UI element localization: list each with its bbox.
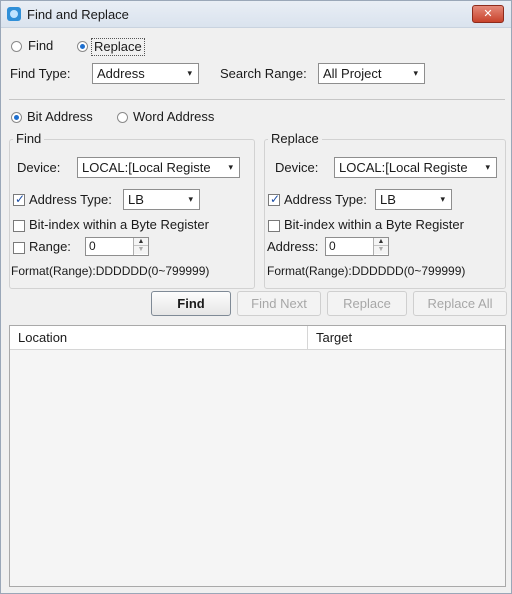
bit-address-label[interactable]: Bit Address	[27, 109, 93, 125]
replace-format-hint: Format(Range):DDDDDD(0~799999)	[267, 264, 466, 278]
find-format-hint: Format(Range):DDDDDD(0~799999)	[11, 264, 210, 278]
word-address-label[interactable]: Word Address	[133, 109, 214, 125]
find-address-type-value: LB	[128, 192, 144, 207]
chevron-down-icon: ▾	[187, 68, 192, 78]
find-bit-index-checkbox[interactable]	[13, 220, 25, 232]
search-range-select[interactable]: All Project ▾	[318, 63, 425, 84]
find-range-label: Range:	[29, 239, 71, 254]
find-replace-dialog: Find and Replace ✕ Find Replace Find Typ…	[0, 0, 512, 594]
find-device-label: Device:	[17, 160, 61, 175]
app-icon	[7, 7, 21, 21]
replace-address-value: 0	[329, 239, 336, 253]
find-device-value: LOCAL:[Local Registe	[82, 160, 211, 175]
window-title: Find and Replace	[27, 7, 129, 22]
target-column-header[interactable]: Target	[316, 330, 352, 346]
find-type-select[interactable]: Address ▾	[92, 63, 199, 84]
find-device-select[interactable]: LOCAL:[Local Registe ▾	[77, 157, 240, 178]
results-table[interactable]: Location Target	[9, 325, 506, 587]
replace-address-label: Address:	[267, 239, 319, 254]
word-address-radio[interactable]	[117, 112, 128, 123]
replace-all-button[interactable]: Replace All	[413, 291, 507, 316]
spin-down-icon[interactable]: ▼	[134, 246, 148, 254]
search-range-value: All Project	[323, 66, 382, 81]
replace-bit-index-label: Bit-index within a Byte Register	[284, 217, 464, 232]
find-button[interactable]: Find	[151, 291, 231, 316]
column-separator[interactable]	[307, 326, 308, 350]
find-address-type-checkbox[interactable]	[13, 192, 25, 206]
replace-mode-radio[interactable]	[77, 41, 88, 52]
find-address-type-select[interactable]: LB ▾	[123, 189, 200, 210]
chevron-down-icon: ▾	[440, 194, 445, 204]
title-bar: Find and Replace ✕	[1, 1, 511, 28]
chevron-down-icon: ▾	[228, 162, 233, 172]
bit-address-radio[interactable]	[11, 112, 22, 123]
find-range-value: 0	[89, 239, 96, 253]
replace-device-label: Device:	[275, 160, 319, 175]
replace-bit-index-checkbox[interactable]	[268, 220, 280, 232]
spin-down-icon[interactable]: ▼	[374, 246, 388, 254]
replace-group-title: Replace	[268, 132, 322, 146]
find-group-title: Find	[13, 132, 45, 146]
replace-mode-label[interactable]: Replace	[91, 38, 145, 56]
location-column-header[interactable]: Location	[18, 330, 67, 346]
find-range-stepper[interactable]: 0 ▲ ▼	[85, 237, 149, 256]
chevron-down-icon: ▾	[188, 194, 193, 204]
replace-address-type-value: LB	[380, 192, 396, 207]
replace-address-type-select[interactable]: LB ▾	[375, 189, 452, 210]
search-range-label: Search Range:	[220, 66, 307, 81]
spin-up-icon[interactable]: ▲	[134, 238, 148, 246]
find-range-checkbox[interactable]	[13, 242, 25, 254]
replace-address-type-label: Address Type:	[284, 192, 367, 207]
replace-address-type-checkbox[interactable]	[268, 192, 280, 206]
find-address-type-label: Address Type:	[29, 192, 112, 207]
chevron-down-icon: ▾	[413, 68, 418, 78]
find-type-label: Find Type:	[10, 66, 71, 81]
find-type-value: Address	[97, 66, 145, 81]
replace-address-stepper[interactable]: 0 ▲ ▼	[325, 237, 389, 256]
divider	[9, 99, 505, 100]
replace-device-select[interactable]: LOCAL:[Local Registe ▾	[334, 157, 497, 178]
close-button[interactable]: ✕	[472, 5, 504, 23]
find-next-button[interactable]: Find Next	[237, 291, 321, 316]
find-mode-radio[interactable]	[11, 41, 22, 52]
chevron-down-icon: ▾	[485, 162, 490, 172]
spin-up-icon[interactable]: ▲	[374, 238, 388, 246]
replace-button[interactable]: Replace	[327, 291, 407, 316]
replace-device-value: LOCAL:[Local Registe	[339, 160, 468, 175]
results-header: Location Target	[10, 326, 505, 350]
find-mode-label[interactable]: Find	[28, 38, 53, 54]
find-bit-index-label: Bit-index within a Byte Register	[29, 217, 209, 232]
